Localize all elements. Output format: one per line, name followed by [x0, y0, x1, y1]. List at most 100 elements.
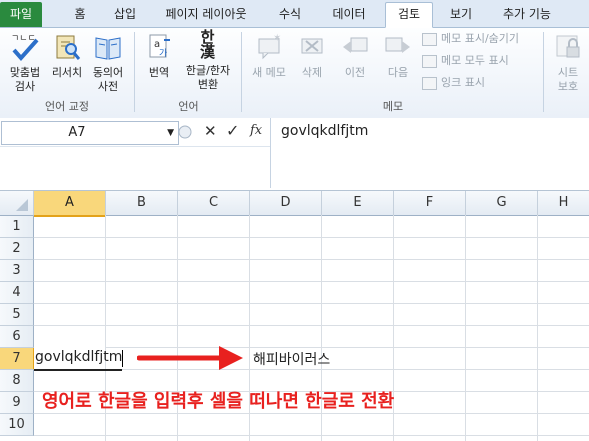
thesaurus-label: 동의어 사전: [92, 66, 124, 93]
translate-label: 번역: [148, 66, 170, 79]
show-hide-comment-label: 메모 표시/숨기기: [441, 32, 520, 45]
row-header-3[interactable]: 3: [0, 260, 34, 282]
research-label: 리서치: [51, 66, 83, 79]
gridline: [34, 237, 589, 238]
row-header-8[interactable]: 8: [0, 370, 34, 392]
cancel-icon[interactable]: ✕: [204, 122, 217, 140]
next-arrow-icon: [385, 37, 410, 53]
new-comment-icon: ✶: [258, 33, 281, 60]
protect-sheet-lock-icon: [556, 35, 580, 58]
show-all-comments-button[interactable]: 메모 모두 표시: [422, 52, 509, 70]
comments-group-label: 메모: [382, 100, 404, 113]
enter-icon[interactable]: ✓: [226, 121, 239, 140]
language-group-label: 언어: [178, 100, 199, 113]
show-all-comments-icon: [422, 54, 437, 68]
name-box-value: A7: [68, 125, 86, 140]
gridline: [34, 259, 589, 260]
red-arrow-annotation: [137, 346, 243, 370]
tab-home[interactable]: 홈: [62, 3, 98, 25]
group-separator: [134, 32, 135, 112]
tab-data[interactable]: 데이터: [324, 3, 374, 25]
column-header-a[interactable]: A: [34, 191, 106, 217]
formula-bar-resize-handle[interactable]: [178, 121, 192, 143]
show-ink-label: 잉크 표시: [441, 76, 485, 89]
tab-formulas[interactable]: 수식: [268, 3, 312, 25]
column-header-g[interactable]: G: [466, 191, 538, 216]
row-header-6[interactable]: 6: [0, 326, 34, 348]
gridline: [465, 215, 466, 441]
name-box-dropdown-icon[interactable]: ▼: [167, 122, 174, 144]
gridline: [34, 413, 589, 414]
column-header-f[interactable]: F: [394, 191, 466, 216]
show-hide-comment-icon: [422, 32, 437, 46]
cell-d7-value[interactable]: 해피바이러스: [253, 349, 330, 369]
gridline: [34, 303, 589, 304]
select-all-corner[interactable]: [0, 191, 34, 216]
tab-page-layout[interactable]: 페이지 레이아웃: [156, 3, 256, 25]
formula-value: govlqkdlfjtm: [281, 123, 369, 139]
row-header-5[interactable]: 5: [0, 304, 34, 326]
cell-a7-edit-underline: [34, 369, 122, 371]
show-hide-comment-button[interactable]: 메모 표시/숨기기: [422, 30, 519, 48]
translate-icon: a 가: [149, 34, 170, 59]
gridline: [34, 325, 589, 326]
svg-text:✶: ✶: [273, 33, 281, 44]
group-separator: [241, 32, 242, 112]
tab-review[interactable]: 검토: [385, 2, 433, 28]
delete-comment-icon: [301, 38, 323, 54]
text-cursor: [122, 350, 123, 367]
previous-arrow-icon: [343, 37, 368, 53]
column-header-d[interactable]: D: [250, 191, 322, 216]
spell-check-icon: ㄱㄴㄷ: [11, 34, 39, 62]
cell-a7-value: govlqkdlfjtm: [35, 349, 123, 365]
row-header-10[interactable]: 10: [0, 414, 34, 436]
gridline: [537, 215, 538, 441]
row-header-2[interactable]: 2: [0, 238, 34, 260]
translate-button[interactable]: a 가 번역: [140, 32, 178, 80]
gridline: [34, 347, 589, 348]
row-header-9[interactable]: 9: [0, 392, 34, 414]
new-comment-label: 새 메모: [252, 66, 286, 79]
formula-bar-left-pane: [0, 146, 270, 189]
previous-comment-label: 이전: [344, 66, 366, 79]
annotation-caption: 영어로 한글을 입력후 셀을 떠나면 한글로 전환: [42, 391, 395, 412]
column-header-b[interactable]: B: [106, 191, 178, 216]
show-all-comments-label: 메모 모두 표시: [441, 54, 509, 67]
show-ink-button[interactable]: 잉크 표시: [422, 74, 485, 92]
insert-function-icon[interactable]: fx: [250, 123, 262, 138]
next-comment-button[interactable]: 다음: [379, 32, 417, 80]
formula-input[interactable]: govlqkdlfjtm: [270, 118, 589, 188]
tab-view[interactable]: 보기: [440, 3, 482, 25]
delete-comment-label: 삭제: [301, 66, 323, 79]
research-button[interactable]: 리서치: [48, 32, 86, 80]
row-header-4[interactable]: 4: [0, 282, 34, 304]
new-comment-button[interactable]: ✶ 새 메모: [247, 32, 291, 80]
hanja-convert-button[interactable]: 한 漢 한글/한자 변환: [180, 30, 236, 92]
tab-file[interactable]: 파일: [0, 2, 42, 27]
column-header-c[interactable]: C: [178, 191, 250, 216]
formula-controls: ✕ ✓ fx: [178, 121, 270, 143]
ribbon-tab-bar: 파일 홈 삽입 페이지 레이아웃 수식 데이터 검토 보기 추가 기능: [0, 0, 589, 28]
tab-add-ins[interactable]: 추가 기능: [494, 3, 560, 25]
gridline: [34, 281, 589, 282]
row-header-1[interactable]: 1: [0, 216, 34, 238]
column-header-h[interactable]: H: [538, 191, 589, 216]
show-ink-icon: [422, 76, 437, 90]
research-icon: [56, 35, 81, 60]
delete-comment-button[interactable]: 삭제: [293, 32, 331, 80]
hanja-convert-icon: 한 漢: [199, 28, 216, 61]
protect-sheet-button[interactable]: 시트 보호: [548, 32, 588, 94]
spell-check-button[interactable]: ㄱㄴㄷ 맞춤법 검사: [3, 32, 47, 94]
cell-a7[interactable]: govlqkdlfjtm: [34, 347, 123, 370]
proofing-group-label: 언어 교정: [45, 100, 89, 113]
row-header-7[interactable]: 7: [0, 348, 35, 370]
thesaurus-book-icon: [95, 37, 121, 60]
name-box[interactable]: A7 ▼: [1, 121, 179, 145]
protect-sheet-label: 시트 보호: [557, 66, 579, 93]
group-separator: [543, 32, 544, 112]
column-header-e[interactable]: E: [322, 191, 394, 216]
thesaurus-button[interactable]: 동의어 사전: [88, 32, 128, 94]
tab-insert[interactable]: 삽입: [104, 3, 146, 25]
hanja-convert-label: 한글/한자 변환: [185, 64, 231, 91]
previous-comment-button[interactable]: 이전: [336, 32, 374, 80]
